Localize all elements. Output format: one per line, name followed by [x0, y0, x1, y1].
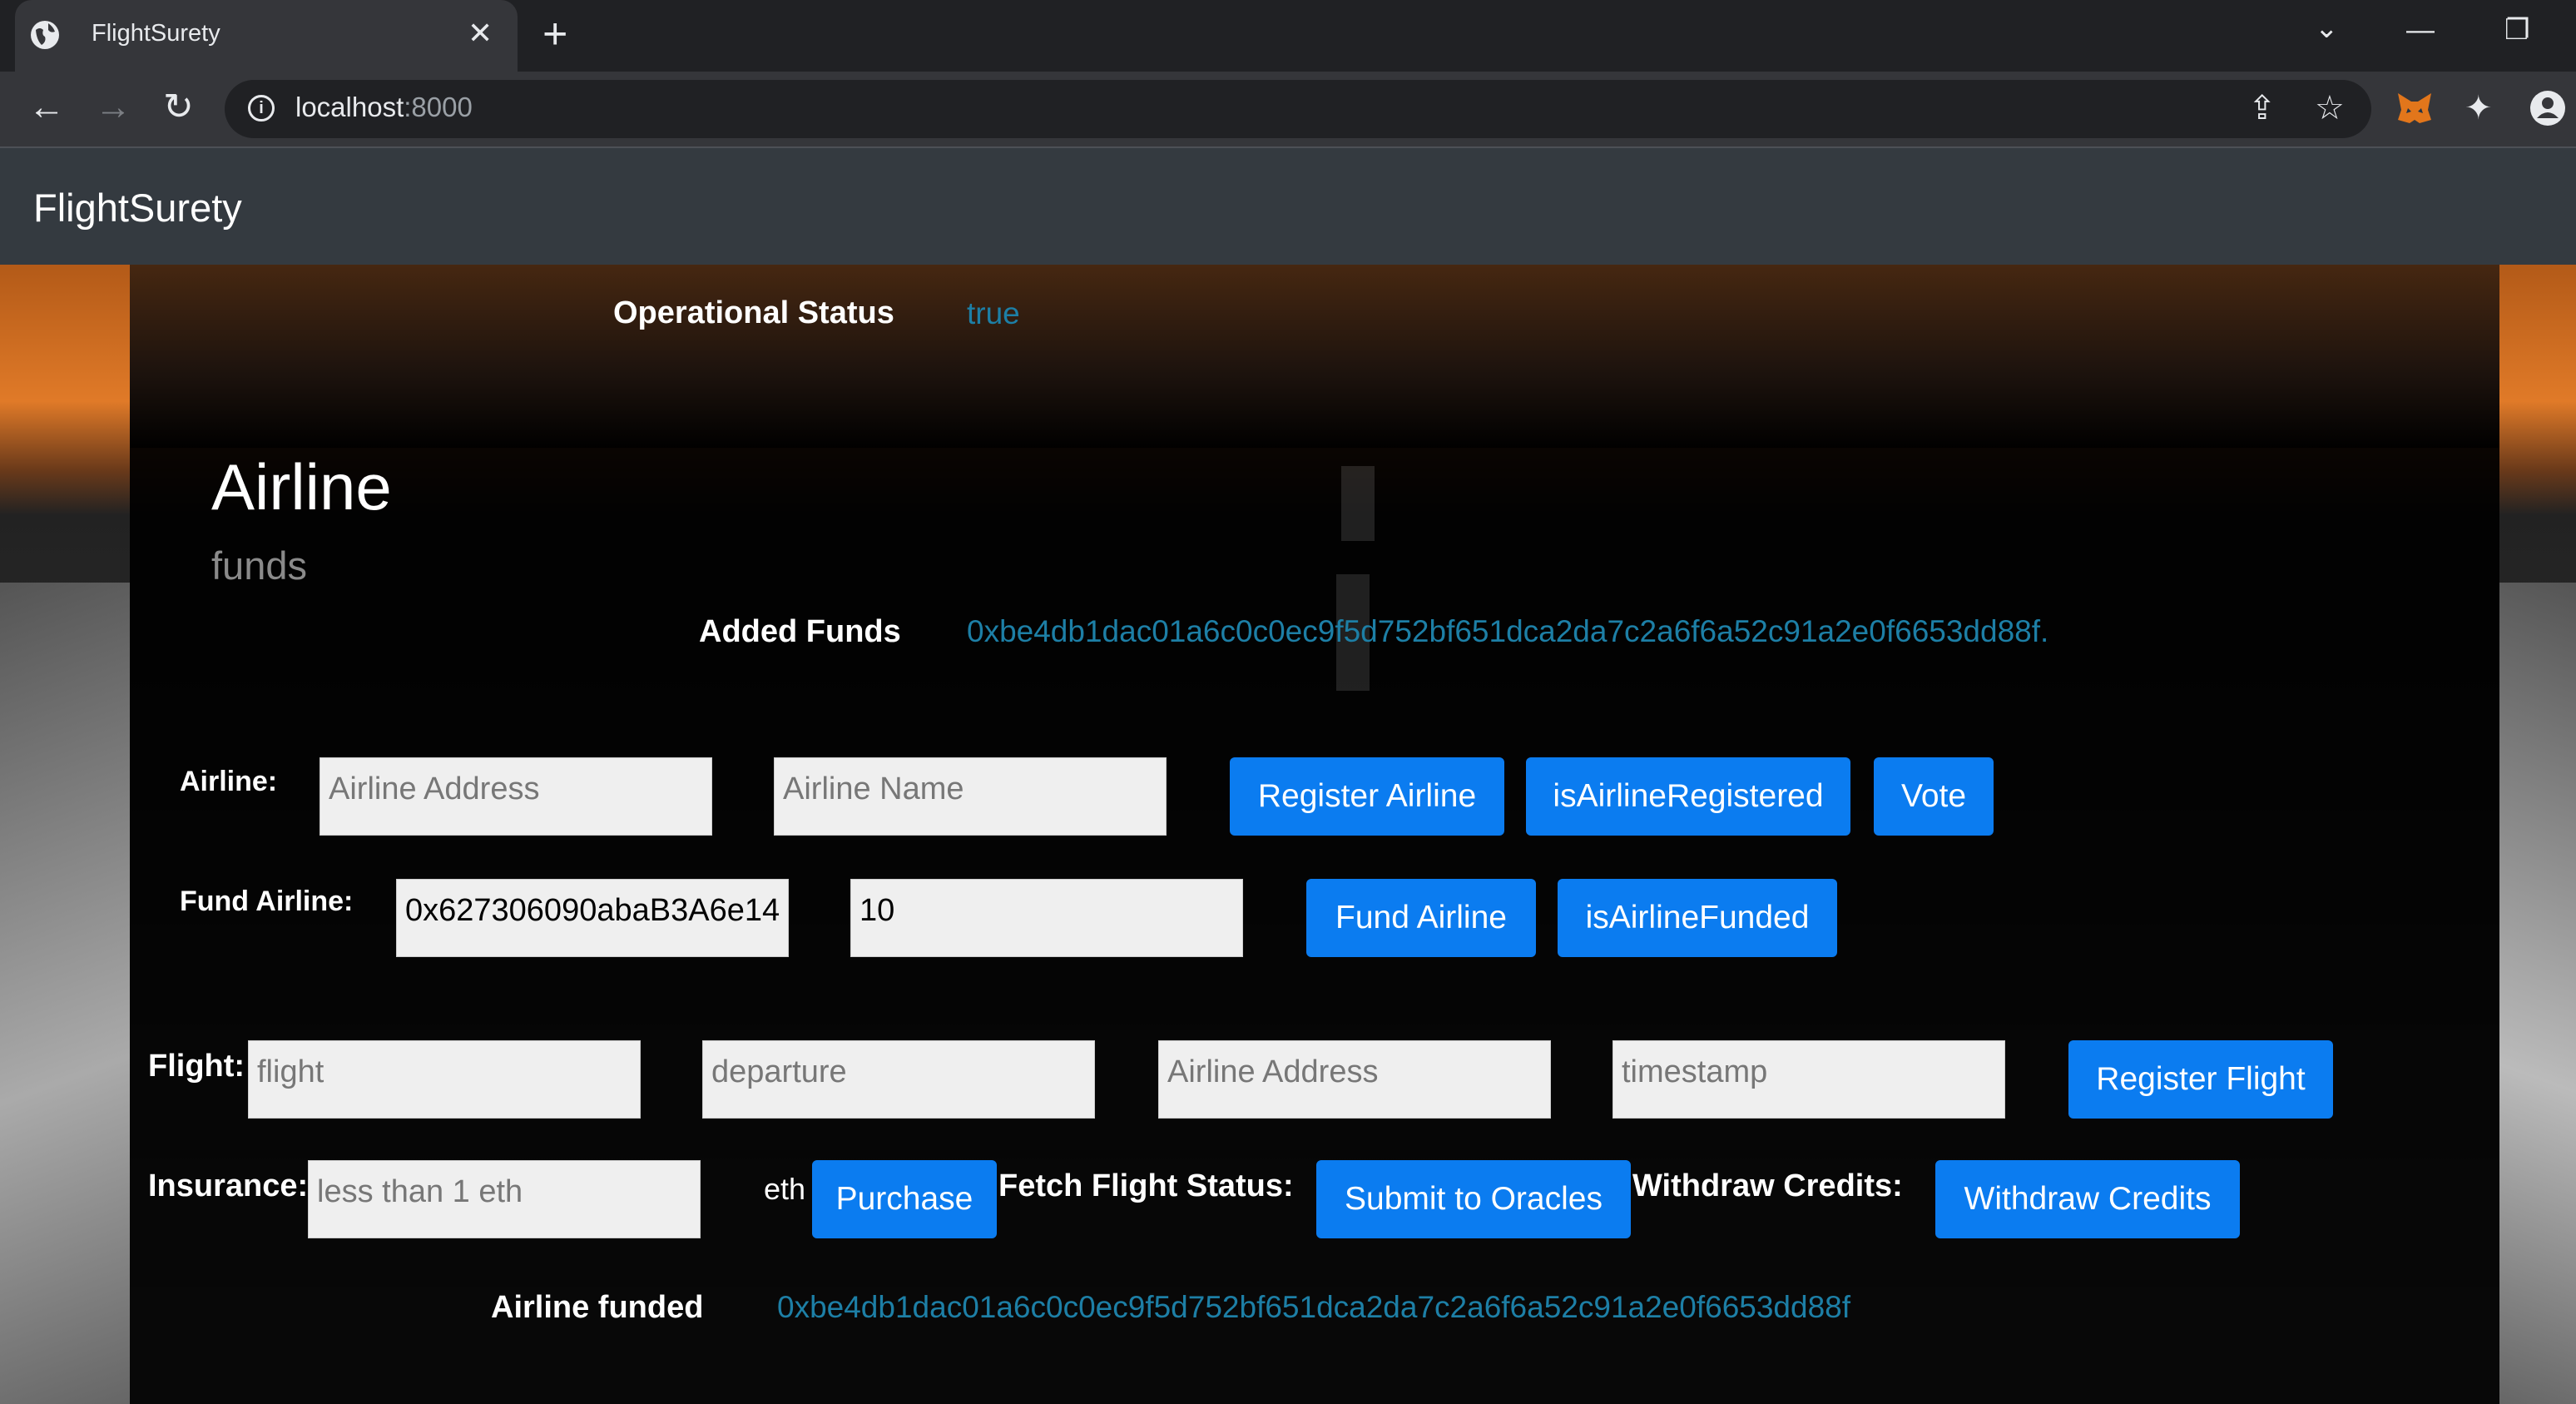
- status-band: [130, 265, 2499, 448]
- added-funds-value: 0xbe4db1dac01a6c0c0ec9f5d752bf651dca2da7…: [967, 614, 2049, 648]
- navbar-brand[interactable]: FlightSurety: [33, 185, 242, 231]
- airline-funded-label: Airline funded: [491, 1290, 704, 1325]
- tab-title: FlightSurety: [92, 20, 220, 47]
- insurance-label: Insurance:: [148, 1168, 309, 1203]
- fund-airline-label: Fund Airline:: [180, 886, 354, 917]
- operational-status-label: Operational Status: [613, 295, 894, 330]
- site-info-icon[interactable]: i: [248, 95, 275, 122]
- share-icon[interactable]: ⇪: [2248, 90, 2276, 127]
- url-port: :8000: [404, 92, 473, 122]
- back-icon[interactable]: ←: [28, 87, 65, 128]
- address-bar[interactable]: [225, 80, 2371, 138]
- new-tab-icon[interactable]: +: [542, 12, 567, 57]
- url-host: localhost: [295, 92, 404, 122]
- reload-icon[interactable]: ↻: [163, 87, 194, 128]
- runway-stripe: [1341, 466, 1375, 541]
- timestamp-input[interactable]: timestamp: [1612, 1040, 2005, 1119]
- fetch-flight-status-label: Fetch Flight Status:: [998, 1168, 1294, 1203]
- metamask-icon[interactable]: [2395, 90, 2435, 127]
- extensions-icon[interactable]: ✦: [2465, 90, 2493, 127]
- forward-icon[interactable]: →: [95, 87, 131, 128]
- minimize-icon[interactable]: —: [2406, 13, 2435, 47]
- url-text[interactable]: localhost:8000: [295, 92, 473, 123]
- vote-button[interactable]: Vote: [1874, 757, 1994, 836]
- section-title: Airline: [211, 450, 392, 523]
- star-icon[interactable]: ☆: [2315, 90, 2345, 127]
- register-airline-button[interactable]: Register Airline: [1230, 757, 1504, 836]
- added-funds-label: Added Funds: [699, 614, 901, 649]
- app-navbar: [0, 148, 2576, 265]
- operational-status-value: true: [967, 296, 1020, 330]
- close-tab-icon[interactable]: ✕: [468, 17, 493, 50]
- fund-amount-input[interactable]: 10: [850, 879, 1243, 957]
- runway-background-right: [2499, 583, 2576, 1404]
- fund-airline-address-input[interactable]: 0x627306090abaB3A6e14: [396, 879, 789, 957]
- fund-airline-button[interactable]: Fund Airline: [1306, 879, 1536, 957]
- flight-input[interactable]: flight: [248, 1040, 641, 1119]
- insurance-amount-input[interactable]: less than 1 eth: [308, 1160, 701, 1238]
- profile-icon[interactable]: [2529, 90, 2566, 127]
- section-subtitle: funds: [211, 543, 307, 588]
- flight-airline-address-input[interactable]: Airline Address: [1158, 1040, 1551, 1119]
- flight-label: Flight:: [148, 1049, 245, 1084]
- is-airline-funded-button[interactable]: isAirlineFunded: [1558, 879, 1837, 957]
- submit-to-oracles-button[interactable]: Submit to Oracles: [1316, 1160, 1631, 1238]
- purchase-button[interactable]: Purchase: [812, 1160, 997, 1238]
- departure-input[interactable]: departure: [702, 1040, 1095, 1119]
- tab-search-icon[interactable]: ⌄: [2315, 12, 2339, 45]
- airline-name-input[interactable]: Airline Name: [774, 757, 1167, 836]
- globe-icon: [31, 21, 59, 49]
- withdraw-credits-button[interactable]: Withdraw Credits: [1935, 1160, 2240, 1238]
- airline-funded-value: 0xbe4db1dac01a6c0c0ec9f5d752bf651dca2da7…: [777, 1290, 1851, 1324]
- runway-background-left: [0, 583, 130, 1404]
- is-airline-registered-button[interactable]: isAirlineRegistered: [1526, 757, 1850, 836]
- airline-label: Airline:: [180, 766, 278, 797]
- browser-tab[interactable]: [15, 0, 518, 72]
- withdraw-credits-label: Withdraw Credits:: [1632, 1168, 1903, 1203]
- eth-unit-label: eth: [764, 1172, 806, 1206]
- airline-address-input[interactable]: Airline Address: [320, 757, 712, 836]
- register-flight-button[interactable]: Register Flight: [2068, 1040, 2333, 1119]
- restore-icon[interactable]: ❐: [2504, 13, 2529, 47]
